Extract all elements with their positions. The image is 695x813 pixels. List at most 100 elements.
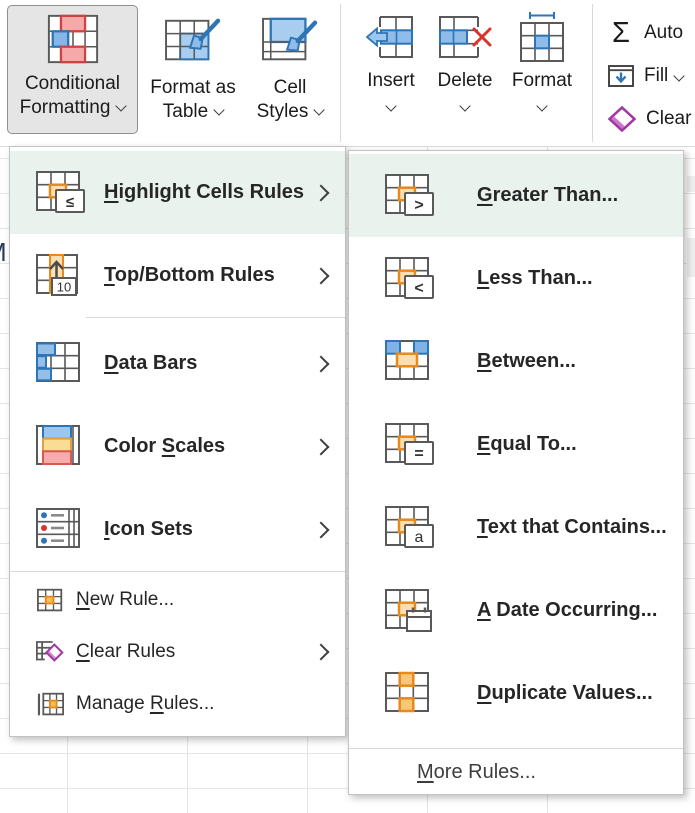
menu-item-manage-rules[interactable]: Manage Rules... [10,678,345,730]
format-as-table-label: Format as Table [150,76,236,124]
submenu-item-greater-than[interactable]: > Greater Than... [349,154,683,237]
svg-text:=: = [414,445,423,462]
between-icon [385,339,441,385]
svg-text:a: a [415,529,424,546]
clear-button[interactable]: Clear [608,102,695,136]
duplicate-values-icon [385,671,441,717]
submenu-arrow-icon [313,355,330,372]
submenu-item-less-than[interactable]: < Less Than... [349,237,683,320]
submenu-arrow-icon [313,644,330,661]
clear-rules-icon [36,640,64,665]
chevron-down-icon [674,70,685,81]
menu-separator [10,571,345,572]
cell-styles-icon [261,6,319,76]
submenu-item-label: Greater Than... [477,184,618,207]
chevron-down-icon [459,100,470,111]
menu-item-icon-sets[interactable]: Icon Sets [10,488,345,571]
menu-item-clear-rules[interactable]: Clear Rules [10,626,345,678]
conditional-formatting-menu: ≤ Highlight Cells Rules 10 Top/Bottom Ru… [9,146,346,737]
data-bars-icon [36,341,92,387]
menu-item-label: Highlight Cells Rules [104,181,304,204]
submenu-item-a-date-occurring[interactable]: A Date Occurring... [349,569,683,652]
menu-item-label: Icon Sets [104,518,193,541]
fill-button[interactable]: Fill [608,59,695,93]
worksheet-shaded-cell [687,238,695,277]
conditional-formatting-button[interactable]: Conditional Formatting [7,5,138,134]
eraser-icon [608,106,636,132]
autosum-label: Auto [644,21,683,45]
svg-text:<: < [414,280,423,297]
new-rule-icon [36,588,64,613]
submenu-item-label: Between... [477,350,576,373]
submenu-item-label: Less Than... [477,267,593,290]
delete-cells-button[interactable]: Delete [430,7,500,139]
ribbon: Conditional Formatting Format as Table [0,0,695,147]
format-cells-icon [517,7,567,69]
submenu-item-between[interactable]: Between... [349,320,683,403]
highlight-cells-rules-icon: ≤ [36,170,92,216]
chevron-down-icon [214,104,225,115]
format-as-table-icon [164,6,222,76]
submenu-item-more-rules[interactable]: More Rules... [349,749,683,795]
clear-label: Clear [646,107,691,131]
submenu-item-text-that-contains[interactable]: a Text that Contains... [349,486,683,569]
menu-item-highlight-cells-rules[interactable]: ≤ Highlight Cells Rules [10,151,345,234]
chevron-down-icon [536,100,547,111]
delete-cells-icon [438,7,492,69]
conditional-formatting-icon [41,6,105,72]
svg-text:≤: ≤ [66,194,74,211]
format-as-table-button[interactable]: Format as Table [143,6,243,134]
highlight-cells-rules-submenu: > Greater Than... < Less Than... [348,150,684,795]
fill-label: Fill [644,64,668,88]
menu-separator [86,317,345,318]
submenu-arrow-icon [313,521,330,538]
chevron-down-icon [385,100,396,111]
delete-label: Delete [438,69,493,93]
svg-text:10: 10 [57,279,71,294]
autosum-button[interactable]: Σ Auto [608,16,695,50]
submenu-item-label: A Date Occurring... [477,599,657,622]
menu-item-data-bars[interactable]: Data Bars [10,322,345,405]
insert-cells-icon [366,7,416,69]
color-scales-icon [36,424,92,470]
fill-down-icon [608,64,634,88]
submenu-item-label: Equal To... [477,433,577,456]
top-bottom-rules-icon: 10 [36,253,92,299]
menu-item-new-rule[interactable]: New Rule... [10,574,345,626]
insert-cells-button[interactable]: Insert [356,7,426,139]
submenu-item-duplicate-values[interactable]: Duplicate Values... [349,652,683,735]
menu-item-top-bottom-rules[interactable]: 10 Top/Bottom Rules [10,234,345,317]
sigma-icon: Σ [608,18,634,48]
menu-item-label: Color Scales [104,435,225,458]
format-label: Format [512,69,572,93]
worksheet-cell-text-fragment: M [0,238,9,266]
submenu-item-label: More Rules... [417,761,536,784]
menu-item-label: Manage Rules... [76,693,214,715]
worksheet-shaded-cell [687,176,695,192]
insert-label: Insert [367,69,415,93]
a-date-occurring-icon [385,588,441,634]
ribbon-group-divider [592,4,593,142]
conditional-formatting-label: Conditional Formatting [20,72,126,120]
cell-styles-button[interactable]: Cell Styles [246,6,334,134]
menu-item-label: New Rule... [76,589,174,611]
excel-conditional-formatting-ui: { "ribbon": { "conditional_formatting": … [0,0,695,813]
less-than-icon: < [385,256,441,302]
submenu-item-label: Text that Contains... [477,516,667,539]
text-that-contains-icon: a [385,505,441,551]
svg-text:>: > [414,197,423,214]
submenu-arrow-icon [313,438,330,455]
manage-rules-icon [36,692,64,717]
chevron-down-icon [116,100,127,111]
equal-to-icon: = [385,422,441,468]
menu-item-color-scales[interactable]: Color Scales [10,405,345,488]
ribbon-group-divider [340,4,341,142]
greater-than-icon: > [385,173,441,219]
menu-item-label: Clear Rules [76,641,175,663]
menu-item-label: Data Bars [104,352,197,375]
submenu-item-label: Duplicate Values... [477,682,653,705]
format-cells-button[interactable]: Format [504,7,580,139]
submenu-arrow-icon [313,267,330,284]
submenu-item-equal-to[interactable]: = Equal To... [349,403,683,486]
menu-item-label: Top/Bottom Rules [104,264,275,287]
